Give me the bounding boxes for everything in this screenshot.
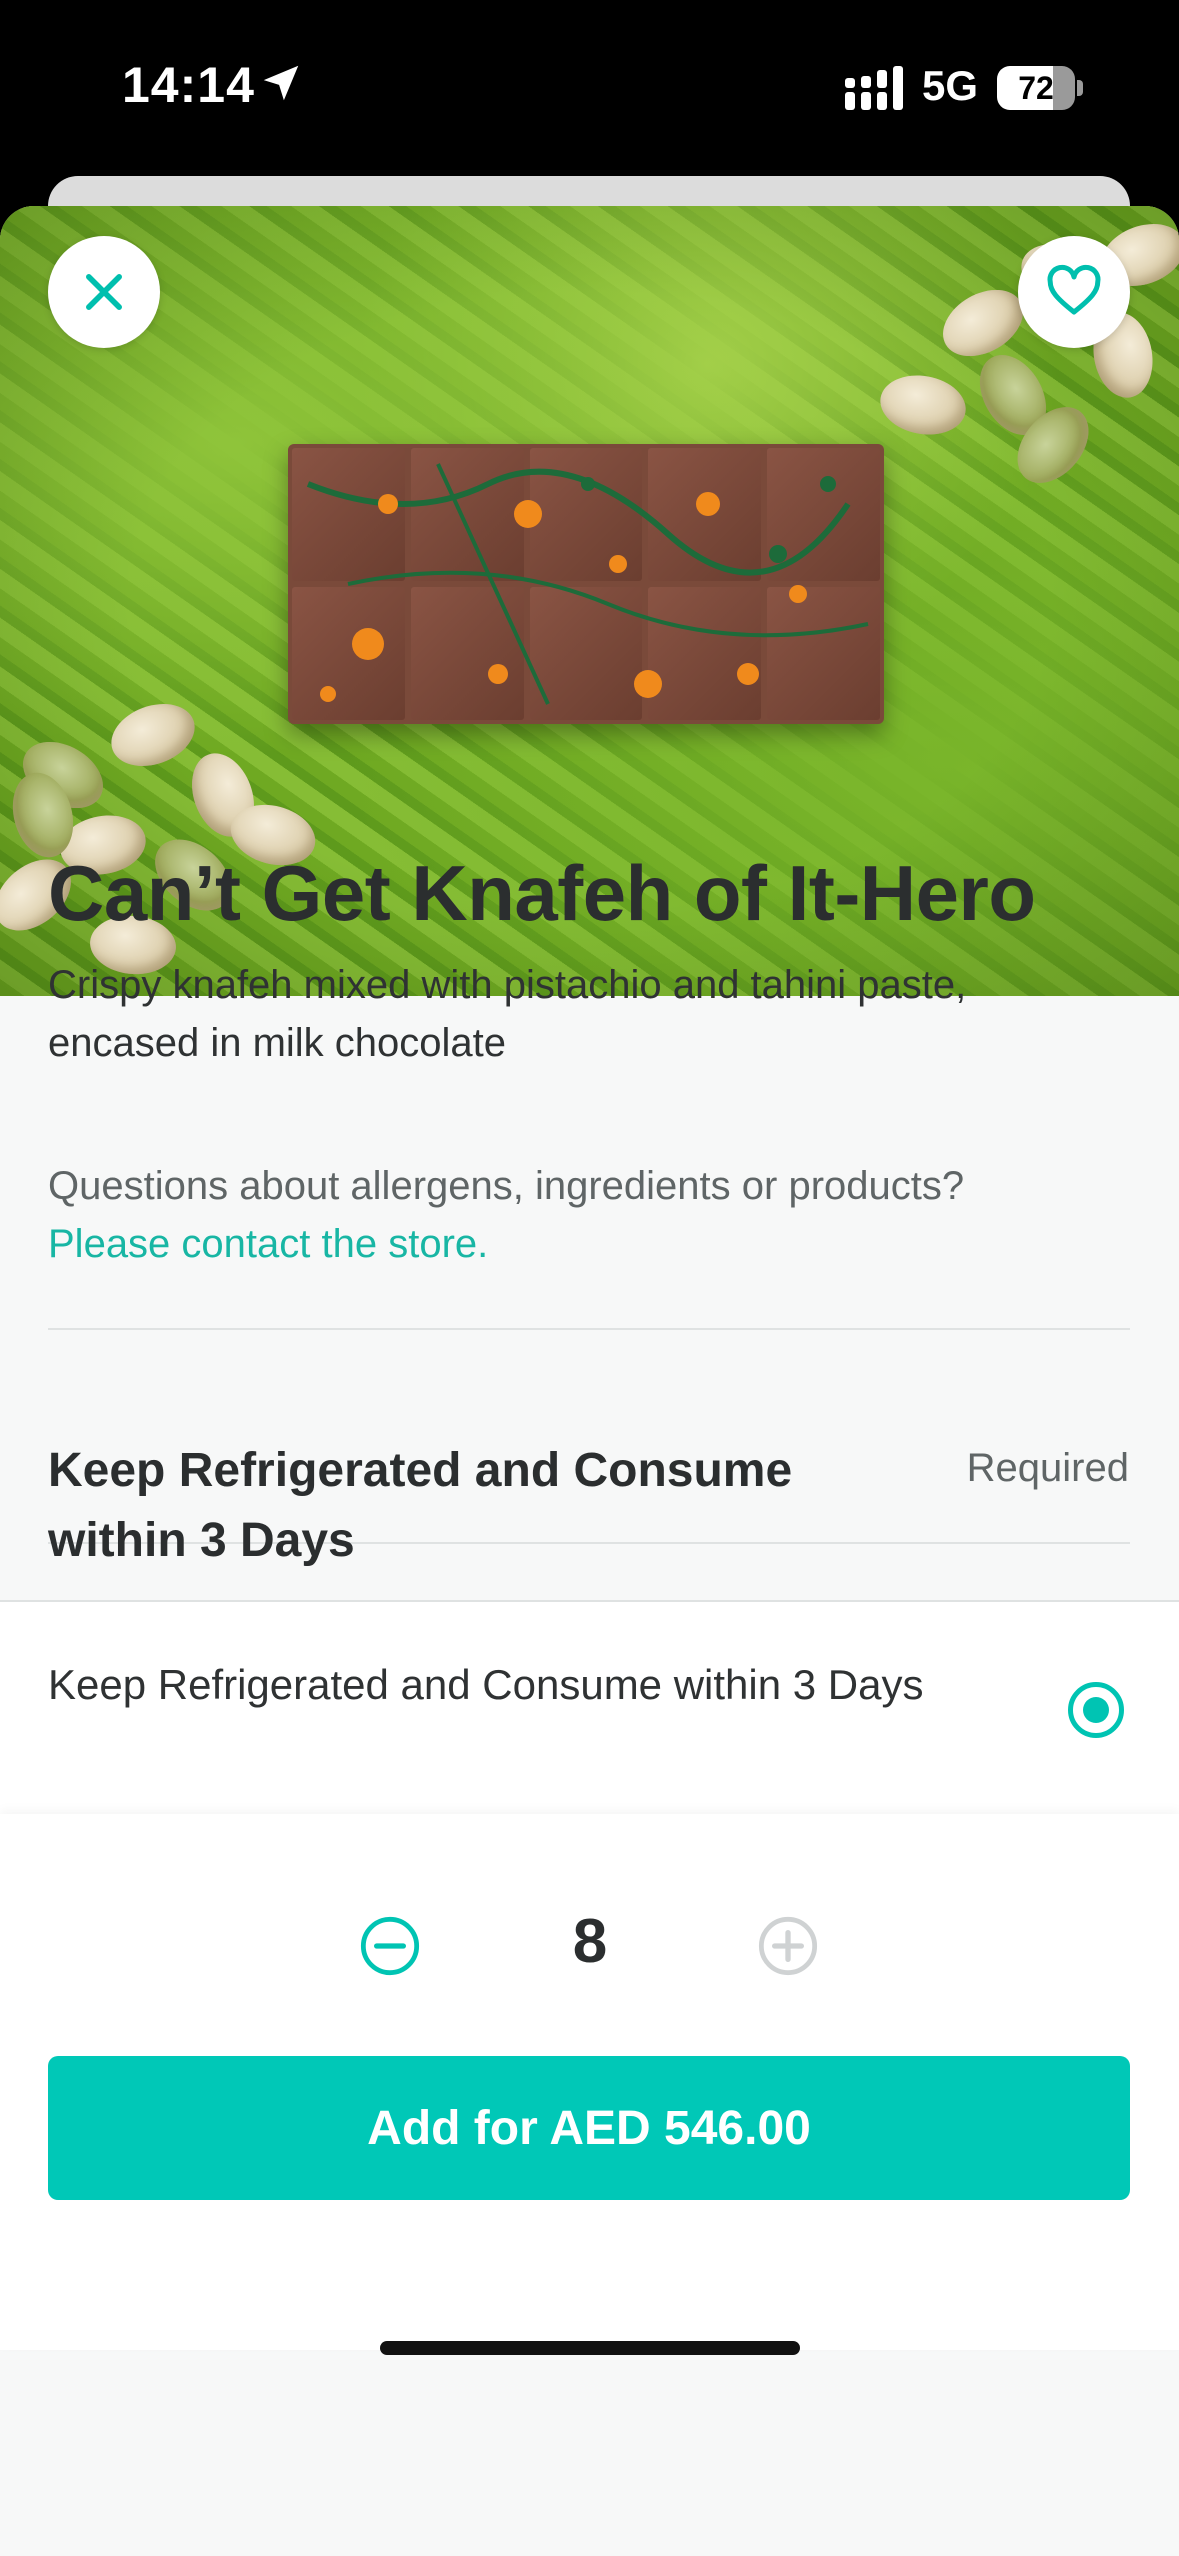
status-bar: 14:14 5G 72 [0, 0, 1179, 175]
plus-circle-icon[interactable] [756, 1914, 820, 1978]
product-sheet[interactable]: Can’t Get Knafeh of It-Hero Crispy knafe… [0, 206, 1179, 2556]
product-details: Can’t Get Knafeh of It-Hero Crispy knafe… [0, 206, 1179, 2556]
divider [48, 1328, 1130, 1330]
radio-selected-dot [1083, 1697, 1109, 1723]
option-row[interactable]: Keep Refrigerated and Consume within 3 D… [0, 1600, 1179, 1816]
location-arrow-icon [263, 65, 299, 101]
network-label: 5G [922, 62, 979, 109]
battery-percent: 72 [1018, 69, 1054, 106]
required-label: Required [966, 1446, 1129, 1490]
option-label: Keep Refrigerated and Consume within 3 D… [48, 1661, 924, 1708]
status-time: 14:14 [122, 57, 255, 113]
product-description: Crispy knafeh mixed with pistachio and t… [48, 963, 967, 1065]
allergen-question: Questions about allergens, ingredients o… [48, 1164, 965, 1208]
product-title: Can’t Get Knafeh of It-Hero [48, 849, 1036, 937]
option-radio[interactable] [1068, 1682, 1124, 1738]
option-group-title: Keep Refrigerated and Consume within 3 D… [48, 1444, 793, 1567]
battery-nub [1077, 80, 1083, 96]
battery-icon: 72 [997, 66, 1075, 110]
contact-store-link[interactable]: Please contact the store. [48, 1222, 488, 1267]
quantity-value: 8 [572, 1907, 608, 1976]
add-to-cart-button[interactable]: Add for AED 546.00 [48, 2056, 1130, 2200]
minus-circle-icon[interactable] [358, 1914, 422, 1978]
signal-icon [845, 66, 903, 110]
home-indicator [380, 2341, 800, 2355]
